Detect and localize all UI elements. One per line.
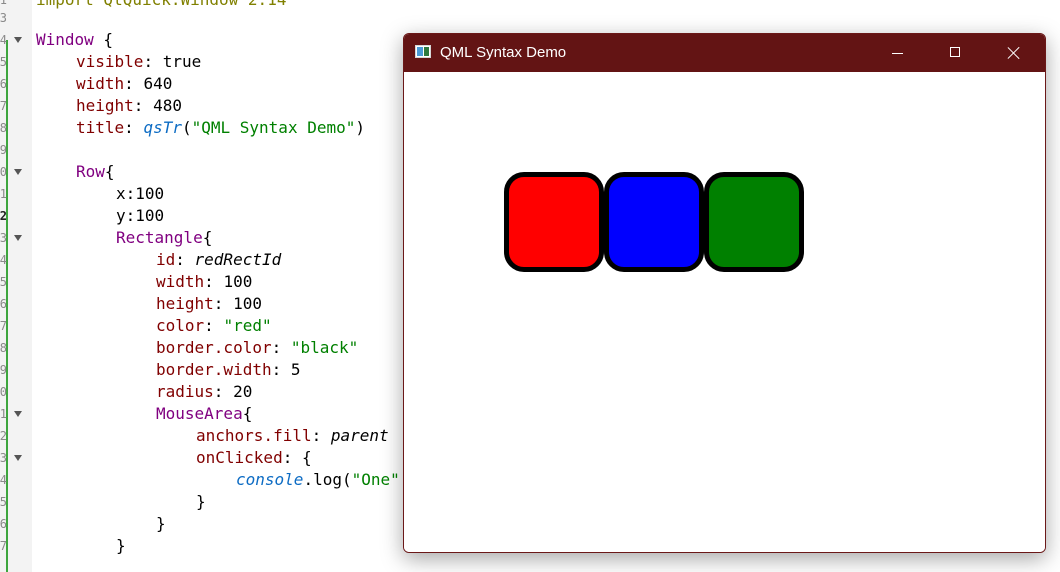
line-number: 25	[0, 495, 7, 509]
code-line: border.width: 5	[156, 360, 301, 379]
code-line: width: 100	[156, 272, 253, 291]
code-line: Rectangle{	[116, 228, 213, 247]
line-number: 13	[0, 231, 7, 245]
qml-app-window[interactable]: QML Syntax Demo	[403, 33, 1046, 553]
maximize-button[interactable]	[926, 34, 984, 72]
code-line: border.color: "black"	[156, 338, 359, 357]
code-line: width: 640	[76, 74, 173, 93]
green-rectangle	[704, 172, 804, 272]
fold-arrow-icon[interactable]	[14, 37, 22, 43]
minimize-button[interactable]	[868, 34, 926, 72]
line-number: 5	[0, 55, 7, 69]
code-line: y:100	[116, 206, 165, 225]
code-line: }	[196, 492, 206, 511]
line-number: 16	[0, 297, 7, 311]
line-number: 3	[0, 11, 7, 25]
line-number: 8	[0, 121, 7, 135]
fold-arrow-icon[interactable]	[14, 411, 22, 417]
code-line: onClicked: {	[196, 448, 312, 467]
line-number: 22	[0, 429, 7, 443]
line-number: 27	[0, 539, 7, 553]
blue-rectangle	[604, 172, 704, 272]
close-button[interactable]	[985, 34, 1043, 72]
line-number: 26	[0, 517, 7, 531]
code-line: MouseArea{	[156, 404, 253, 423]
app-window-icon	[415, 45, 431, 58]
line-number: 15	[0, 275, 7, 289]
line-number: 14	[0, 253, 7, 267]
fold-arrow-icon[interactable]	[14, 169, 22, 175]
window-content	[404, 72, 1045, 552]
code-line: anchors.fill: parent	[196, 426, 389, 445]
line-number: 7	[0, 99, 7, 113]
line-number: 18	[0, 341, 7, 355]
line-number: 10	[0, 165, 7, 179]
code-line: console.log("One"	[236, 470, 400, 489]
fold-arrow-icon[interactable]	[14, 235, 22, 241]
code-line: x:100	[116, 184, 165, 203]
code-line: radius: 20	[156, 382, 253, 401]
window-title: QML Syntax Demo	[440, 44, 567, 61]
code-line: Window {	[36, 30, 114, 49]
code-line: height: 100	[156, 294, 262, 313]
code-line: import QtQuick.Window 2.14	[36, 0, 286, 11]
line-number: 11	[0, 187, 7, 201]
window-titlebar[interactable]: QML Syntax Demo	[404, 34, 1045, 72]
code-line: }	[156, 514, 166, 533]
code-line: }	[116, 536, 126, 555]
line-number: 4	[0, 33, 7, 47]
red-rectangle[interactable]	[504, 172, 604, 272]
line-number-current: 12	[0, 209, 7, 223]
line-number: 20	[0, 385, 7, 399]
fold-arrow-icon[interactable]	[14, 455, 22, 461]
minimize-icon	[892, 53, 903, 54]
line-number: 17	[0, 319, 7, 333]
code-line: Row{	[76, 162, 115, 181]
code-line: height: 480	[76, 96, 182, 115]
close-icon	[1008, 47, 1020, 59]
line-number: 21	[0, 407, 7, 421]
code-line: id: redRectId	[156, 250, 282, 269]
code-line: color: "red"	[156, 316, 272, 335]
line-number: 9	[0, 143, 7, 157]
line-number: 6	[0, 77, 7, 91]
line-number: 19	[0, 363, 7, 377]
line-number: 24	[0, 473, 7, 487]
code-line: title: qsTr("QML Syntax Demo")	[76, 118, 366, 137]
line-number: 23	[0, 451, 7, 465]
line-number-gutter: 1 3 4 5 6 7 8 9 10 11 12 13 14 15 16 17 …	[0, 0, 32, 572]
maximize-icon	[950, 47, 960, 57]
code-line: visible: true	[76, 52, 202, 71]
